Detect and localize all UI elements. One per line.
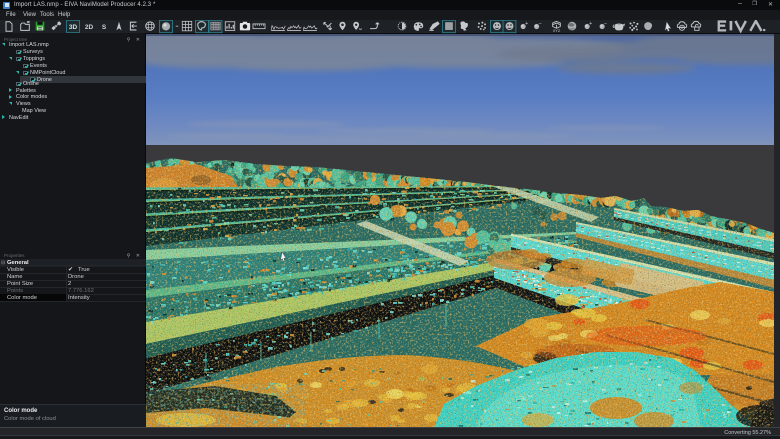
svg-text:+: + bbox=[589, 21, 592, 27]
svg-text:3D: 3D bbox=[69, 24, 78, 31]
svg-text:+: + bbox=[525, 21, 528, 27]
svg-text:S: S bbox=[102, 24, 107, 31]
svg-text:−: − bbox=[604, 21, 607, 27]
svg-text:−: − bbox=[538, 21, 541, 27]
svg-text:XYZ: XYZ bbox=[553, 28, 561, 33]
svg-text:2D: 2D bbox=[85, 24, 94, 31]
